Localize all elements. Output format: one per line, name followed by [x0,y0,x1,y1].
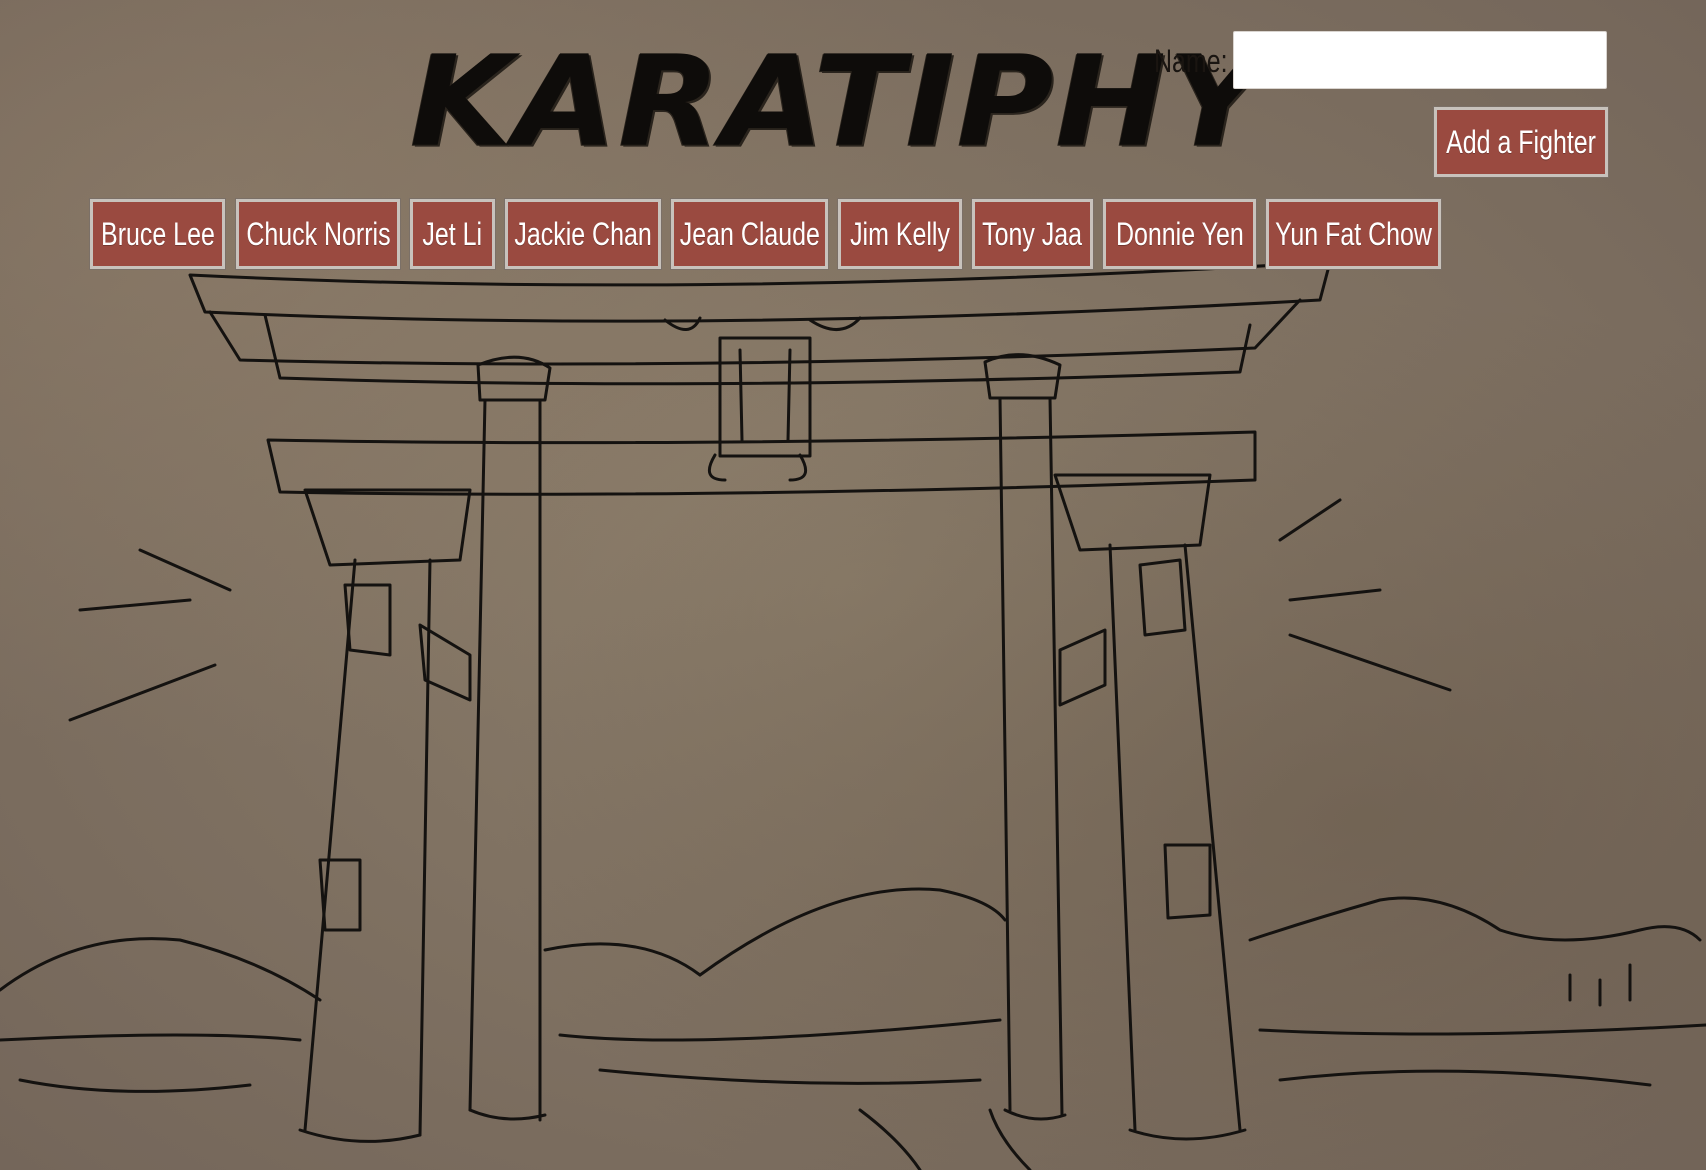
fighter-label: Jackie Chan [514,215,652,252]
fighter-label: Donnie Yen [1115,215,1244,252]
fighter-button-jet-li[interactable]: Jet Li [409,198,496,270]
fighter-button-bruce-lee[interactable]: Bruce Lee [89,198,226,270]
fighter-label: Jean Claude [679,215,820,252]
fighter-label: Yun Fat Chow [1275,215,1432,252]
name-input[interactable] [1233,31,1607,89]
add-fighter-label: Add a Fighter [1446,123,1596,160]
fighter-button-jackie-chan[interactable]: Jackie Chan [504,198,662,270]
fighter-label: Bruce Lee [100,215,215,252]
fighter-label: Chuck Norris [245,215,391,252]
fighter-button-tony-jaa[interactable]: Tony Jaa [971,198,1094,270]
fighter-label: Jim Kelly [850,215,950,252]
add-fighter-button[interactable]: Add a Fighter [1433,106,1609,178]
fighter-button-jean-claude[interactable]: Jean Claude [670,198,829,270]
fighter-label: Jet Li [422,215,483,252]
name-label: Name: [1154,43,1228,79]
fighter-button-jim-kelly[interactable]: Jim Kelly [837,198,963,270]
fighter-label: Tony Jaa [982,215,1083,252]
app-title: KARATIPHY [410,28,1266,176]
fighter-button-donnie-yen[interactable]: Donnie Yen [1102,198,1257,270]
fighter-button-yun-fat-chow[interactable]: Yun Fat Chow [1265,198,1442,270]
fighter-button-chuck-norris[interactable]: Chuck Norris [235,198,401,270]
